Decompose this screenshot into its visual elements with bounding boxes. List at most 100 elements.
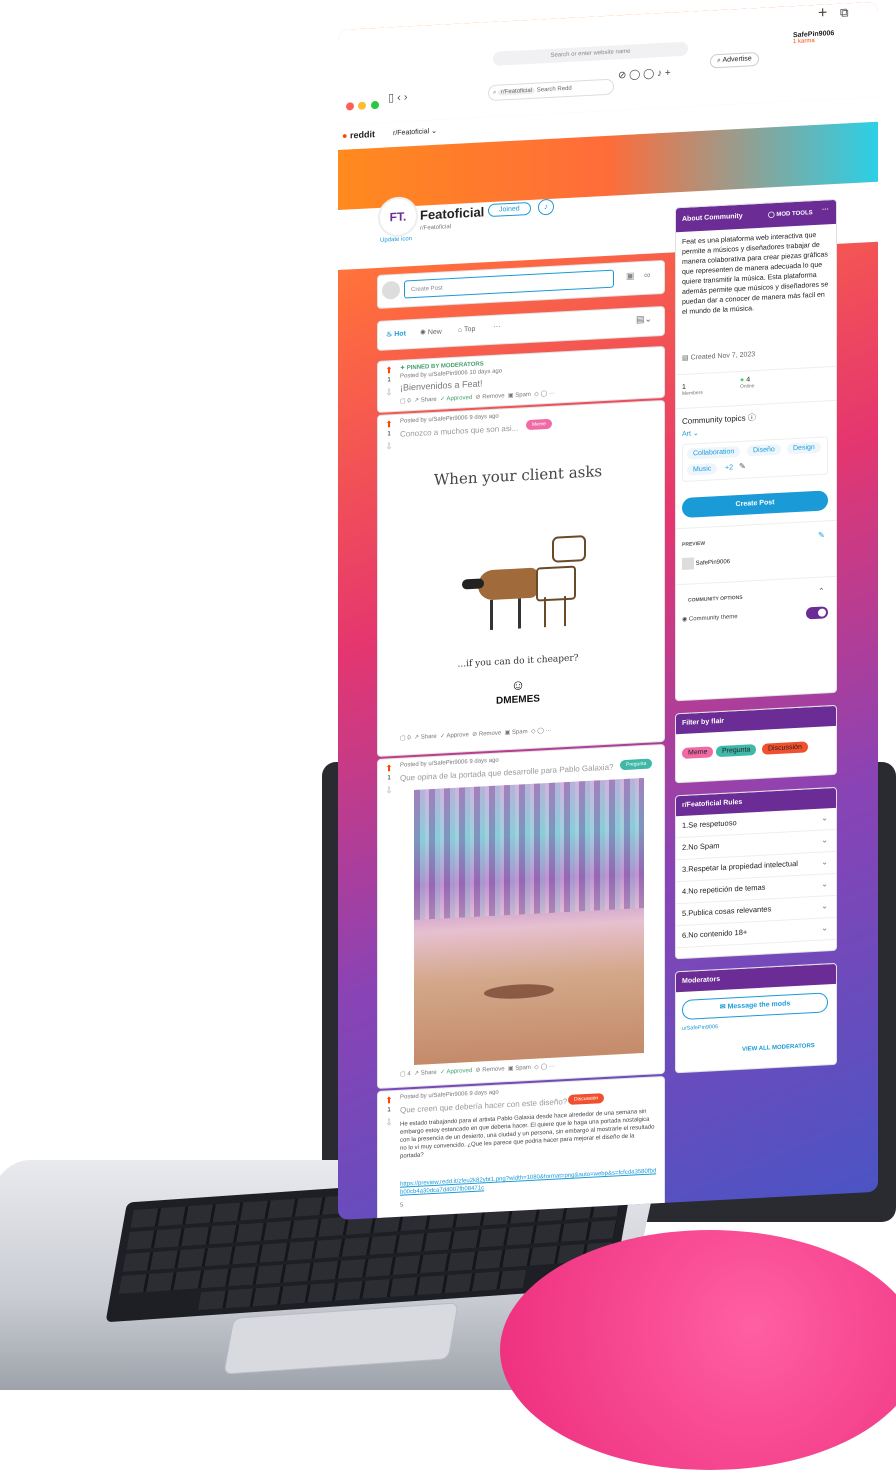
post-link[interactable]: https://preview.redd.it/zfeu2k82ybt1.png…: [400, 1167, 658, 1197]
downvote-icon[interactable]: ⇩: [382, 785, 396, 797]
user-menu[interactable]: SafePin9006 1 karma: [793, 30, 834, 45]
new-tab-icon[interactable]: +: [818, 4, 827, 22]
joined-button[interactable]: Joined: [488, 201, 531, 218]
community-options-label: COMMUNITY OPTIONS: [688, 594, 743, 604]
bell-icon[interactable]: ♪: [538, 198, 554, 216]
create-post-input[interactable]: Create Post: [404, 269, 614, 299]
view-toggle[interactable]: ▤⌄: [636, 314, 652, 326]
chevron-down-icon: ⌄: [821, 901, 828, 911]
post-actions: ▢ 0 ↗ Share ✓ Approved ⊘ Remove ▣ Spam ◇…: [400, 390, 555, 405]
members-stat: 1 Members: [682, 383, 703, 397]
pencil-icon[interactable]: ✎: [739, 462, 746, 471]
spam-icon[interactable]: ▣: [505, 730, 512, 736]
nav-arrows[interactable]: ▯ ‹ ›: [388, 90, 408, 104]
create-post-bar: Create Post ▣ ∞: [378, 260, 664, 308]
remove-icon[interactable]: ⊘: [472, 732, 479, 738]
image-icon[interactable]: ▣: [626, 270, 635, 281]
reddit-search-input[interactable]: ⌕ r/Featoficial Search Redd: [488, 78, 614, 102]
topic-chip[interactable]: Diseño: [747, 443, 781, 457]
flair-filter-discussion[interactable]: Discussión: [762, 741, 808, 755]
post-meta: Posted by u/SafePin9006 9 days ago: [400, 413, 499, 425]
mail-icon: ✉: [719, 1003, 728, 1011]
header-icons[interactable]: ⊘ ◯ ◯ ♪ +: [618, 68, 671, 82]
avatar: [382, 280, 400, 300]
community-dropdown[interactable]: r/Featoficial ⌄: [393, 127, 437, 137]
upvote-icon[interactable]: ⬆: [382, 419, 396, 431]
community-subname: r/Featoficial: [420, 224, 452, 232]
preview-user: SafePin9006: [682, 555, 730, 570]
topic-chip[interactable]: Design: [787, 441, 821, 455]
post-title[interactable]: Que creen que debería hacer con este dis…: [400, 1097, 567, 1115]
flair-badge[interactable]: Meme: [526, 418, 552, 431]
about-community-card: About Community ◯ MOD TOOLS ··· Feat es …: [676, 199, 836, 701]
window-controls: [346, 96, 379, 116]
downvote-icon[interactable]: ⇩: [382, 387, 396, 399]
advertise-button[interactable]: ⌕ Advertise: [710, 51, 759, 69]
chevron-down-icon: ⌄: [821, 879, 828, 889]
flair-filter-pregunta[interactable]: Pregunta: [716, 744, 757, 758]
view-all-moderators-link[interactable]: VIEW ALL MODERATORS: [742, 1043, 815, 1053]
chevron-up-icon[interactable]: ⌃: [818, 586, 825, 595]
topic-main[interactable]: Art ⌄: [682, 429, 699, 438]
url-bar[interactable]: Search or enter website name: [493, 41, 688, 66]
shield-icon[interactable]: ◯: [541, 1064, 548, 1070]
vote-count: 1: [387, 431, 391, 438]
upvote-icon[interactable]: ⬆: [382, 763, 396, 775]
tag-icon[interactable]: ◇: [531, 729, 536, 735]
reddit-logo[interactable]: ● reddit: [342, 129, 375, 141]
pencil-icon[interactable]: ✎: [818, 530, 825, 539]
topics-list: Collaboration Diseño Design Music +2 ✎: [682, 436, 828, 482]
sort-more[interactable]: ···: [493, 321, 501, 330]
meme-image[interactable]: When your client asks ...if you can do i…: [408, 442, 628, 715]
sort-new[interactable]: ✺ New: [420, 328, 442, 337]
post-card[interactable]: ⬆ 1 ⇩ Posted by u/SafePin9006 9 days ago…: [378, 744, 664, 1088]
post-actions: ▢ 0 ↗ Share ✓ Approve ⊘ Remove ▣ Spam ◇ …: [400, 727, 552, 742]
flair-badge[interactable]: Pregunta: [620, 758, 653, 771]
upvote-icon[interactable]: ⬆: [382, 365, 396, 377]
sort-top[interactable]: ⌂ Top: [458, 326, 475, 334]
album-cover-image[interactable]: [414, 777, 644, 1066]
downvote-icon[interactable]: ⇩: [382, 1117, 396, 1129]
horse-drawing: [462, 525, 588, 641]
shield-icon[interactable]: ◯: [541, 391, 548, 397]
laptop-screen: ▯ ‹ › Search or enter website name ⌕ r/F…: [338, 1, 878, 1220]
meme-top-text: When your client asks: [433, 462, 603, 489]
topic-chip[interactable]: Collaboration: [687, 445, 741, 460]
flair-badge[interactable]: Discussión: [568, 1093, 605, 1105]
theme-toggle[interactable]: [806, 606, 828, 620]
topic-chip[interactable]: Music: [687, 463, 718, 476]
post-title[interactable]: ¡Bienvenidos a Feat!: [400, 378, 483, 392]
community-theme-label: ◉ Community theme: [682, 614, 738, 623]
vote-count: 1: [387, 1107, 391, 1114]
share-icon[interactable]: ↗: [414, 735, 421, 741]
post-card[interactable]: ⬆ 1 ⇩ Posted by u/SafePin9006 9 days ago…: [378, 400, 664, 756]
downvote-icon[interactable]: ⇩: [382, 441, 396, 453]
link-icon[interactable]: ∞: [644, 270, 650, 280]
post-card[interactable]: ⬆ 1 ⇩ Posted by u/SafePin9006 9 days ago…: [378, 1076, 664, 1220]
flair-filter-meme[interactable]: Meme: [682, 746, 714, 759]
tag-icon[interactable]: ◇: [534, 391, 539, 397]
post-tail: 5: [400, 1202, 404, 1209]
preview-label: PREVIEW: [682, 540, 706, 548]
tag-icon[interactable]: ◇: [534, 1064, 539, 1070]
create-post-button[interactable]: Create Post: [682, 490, 828, 518]
upvote-icon[interactable]: ⬆: [382, 1095, 396, 1107]
shield-icon[interactable]: ◯: [537, 728, 544, 734]
message-mods-button[interactable]: ✉ Message the mods: [682, 992, 828, 1020]
topic-chip[interactable]: +2: [719, 462, 739, 474]
update-icon-link[interactable]: Update icon: [380, 236, 412, 244]
rules-card: r/Featoficial Rules 1.Se respetuoso ⌄ 2.N…: [676, 787, 836, 959]
share-icon[interactable]: ↗: [414, 1071, 421, 1077]
post-title[interactable]: Conozco a muchos que son asi...: [400, 424, 518, 439]
share-icon[interactable]: ↗: [414, 398, 421, 404]
flair-filter-card: Filter by flair Meme Pregunta Discussión: [676, 705, 836, 783]
moderators-card: Moderators ✉ Message the mods u/SafePin9…: [676, 963, 836, 1073]
vote-count: 1: [387, 775, 391, 782]
chevron-down-icon: ⌄: [821, 835, 828, 845]
sort-hot[interactable]: ♨ Hot: [386, 329, 406, 338]
more-icon[interactable]: ···: [822, 206, 829, 213]
community-avatar[interactable]: FT.: [378, 195, 418, 238]
moderator-user[interactable]: u/SafePin9006: [682, 1024, 718, 1032]
tabs-icon[interactable]: ⧉: [840, 5, 849, 20]
mod-tools-button[interactable]: ◯ MOD TOOLS: [768, 209, 813, 218]
